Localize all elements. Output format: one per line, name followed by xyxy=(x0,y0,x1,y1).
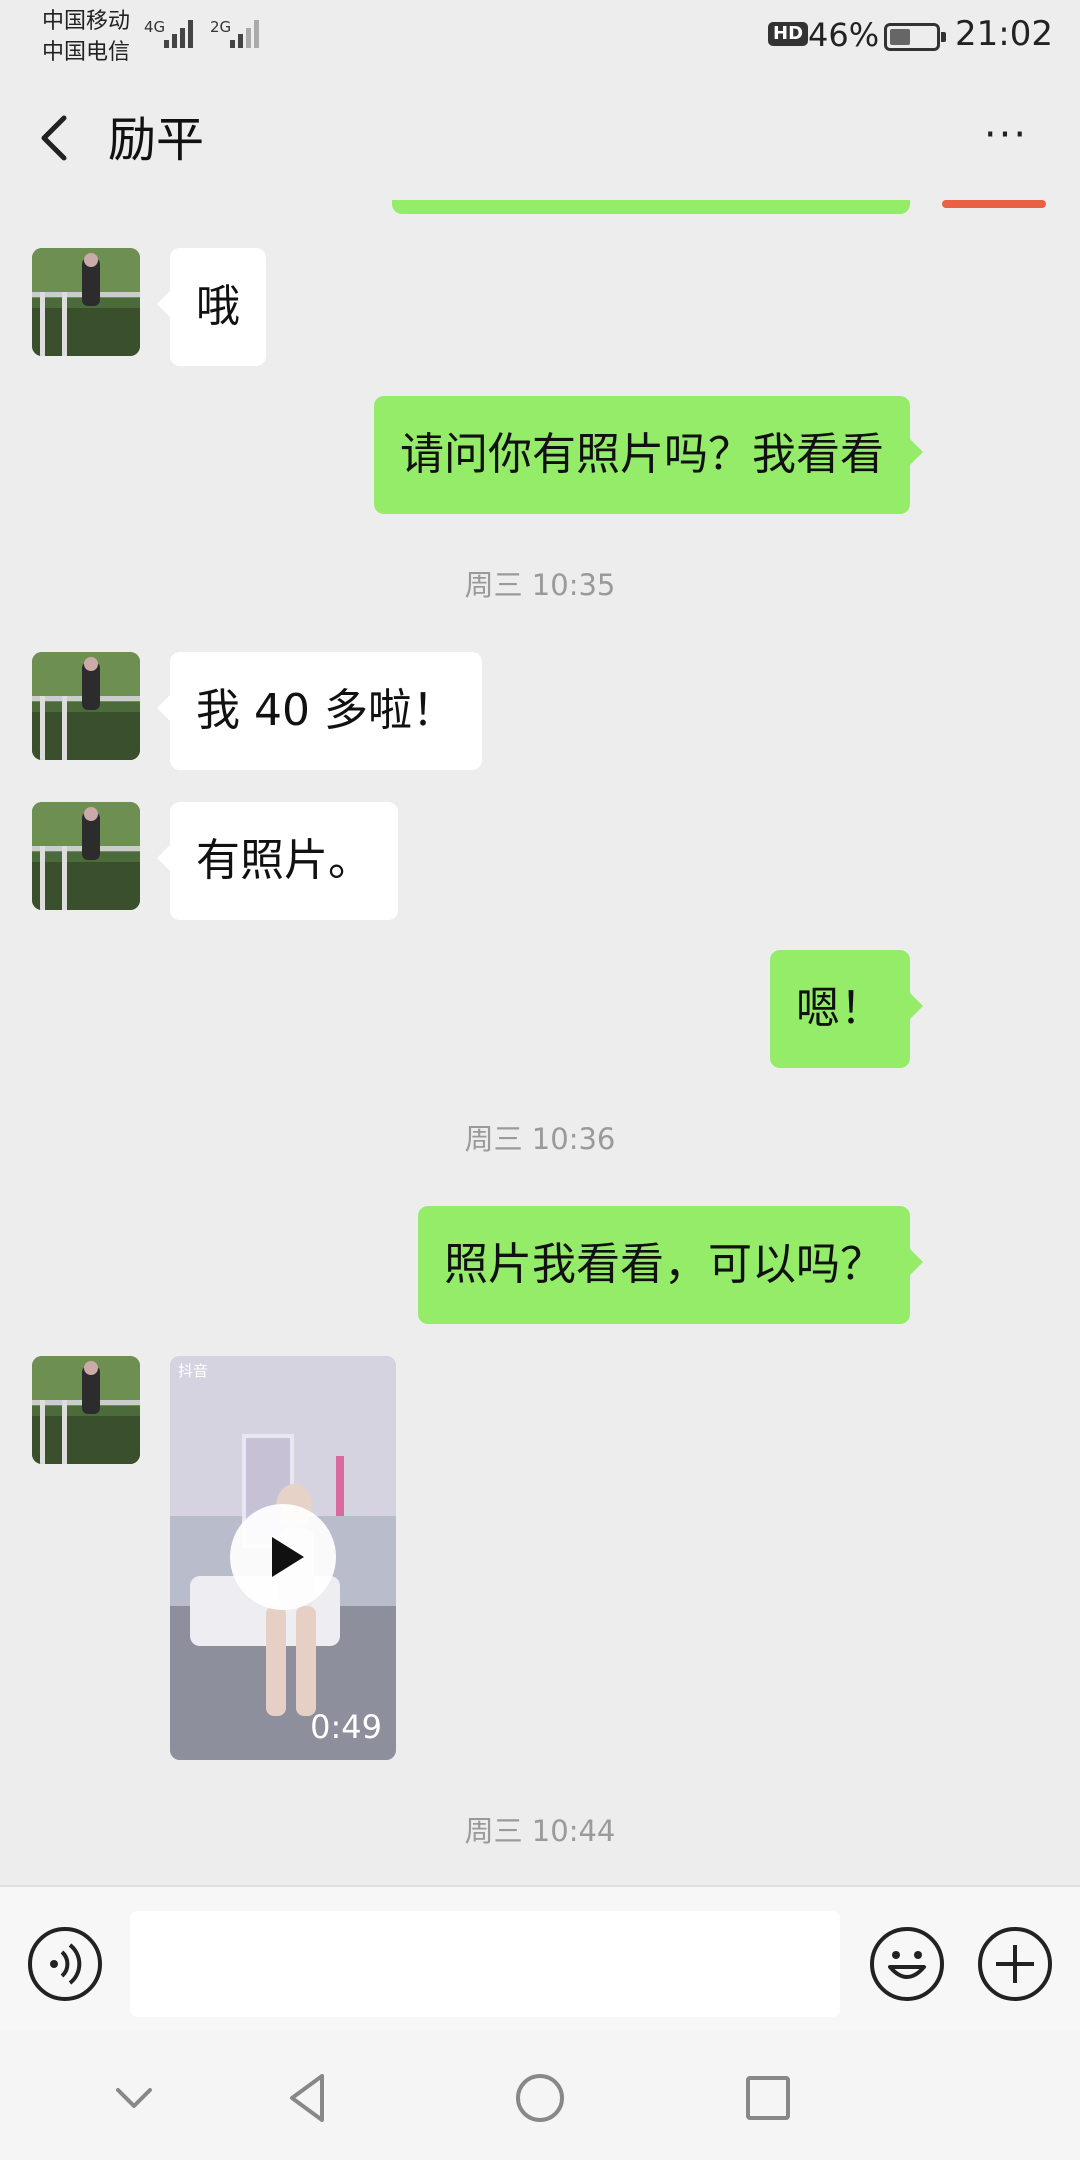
carrier-labels: 中国移动 中国电信 xyxy=(42,6,130,68)
avatar[interactable] xyxy=(32,248,140,356)
back-triangle-icon[interactable] xyxy=(280,2068,340,2128)
message-row: 我 40 多啦！ xyxy=(0,652,1080,770)
message-row: 哦 xyxy=(0,248,1080,366)
avatar[interactable] xyxy=(32,1356,140,1464)
outgoing-message-bubble[interactable]: 请问你有照片吗？我看看 xyxy=(374,396,923,514)
signal-icon-2 xyxy=(230,20,259,48)
incoming-message-bubble[interactable]: 有照片。 xyxy=(157,802,398,920)
video-app-label: 抖音 xyxy=(178,1362,209,1380)
clock: 21:02 xyxy=(955,14,1053,54)
message-row: 抖音 0:49 xyxy=(0,1356,1080,1760)
message-row: 请问你有照片吗？我看看 xyxy=(0,396,1080,514)
voice-icon[interactable] xyxy=(28,1927,102,2001)
timestamp: 周三 10:44 xyxy=(464,1814,616,1848)
battery-percent: 46% xyxy=(808,16,880,54)
message-input[interactable] xyxy=(130,1911,840,2017)
message-bubble-partial-red xyxy=(942,200,1046,208)
recents-square-icon[interactable] xyxy=(738,2068,798,2128)
chat-title: 励平 xyxy=(108,112,205,168)
incoming-message-bubble[interactable]: 哦 xyxy=(157,248,266,366)
message-bubble-partial[interactable] xyxy=(392,200,910,214)
outgoing-message-bubble[interactable]: 嗯！ xyxy=(770,950,923,1068)
home-circle-icon[interactable] xyxy=(510,2068,570,2128)
play-icon[interactable] xyxy=(230,1504,336,1610)
outgoing-message-bubble[interactable]: 照片我看看，可以吗？ xyxy=(418,1206,923,1324)
incoming-message-bubble[interactable]: 我 40 多啦！ xyxy=(157,652,482,770)
plus-icon[interactable] xyxy=(978,1927,1052,2001)
carrier-1: 中国移动 xyxy=(42,9,131,34)
video-duration: 0:49 xyxy=(310,1708,382,1746)
avatar[interactable] xyxy=(32,652,140,760)
message-row: 嗯！ xyxy=(0,950,1080,1068)
carrier-2: 中国电信 xyxy=(42,40,131,65)
message-list[interactable]: 哦 请问你有照片吗？我看看 周三 10:35 我 40 多啦！ 有照片。 嗯！ … xyxy=(0,200,1080,1885)
signal-icon xyxy=(164,20,193,48)
video-message[interactable]: 抖音 0:49 xyxy=(170,1356,396,1760)
avatar[interactable] xyxy=(32,802,140,910)
timestamp: 周三 10:35 xyxy=(464,568,616,602)
emoji-icon[interactable] xyxy=(870,1927,944,2001)
message-row: 照片我看看，可以吗？ xyxy=(0,1206,1080,1324)
timestamp: 周三 10:36 xyxy=(464,1122,616,1156)
battery-icon xyxy=(884,23,946,51)
message-row: 有照片。 xyxy=(0,802,1080,920)
chevron-left-icon[interactable] xyxy=(30,108,82,168)
status-bar: 中国移动 中国电信 4G 2G HD 46% 21:02 xyxy=(0,0,1080,70)
input-bar xyxy=(0,1885,1080,2030)
chat-header: 励平 ··· xyxy=(0,70,1080,200)
hide-keyboard-icon[interactable] xyxy=(104,2068,164,2128)
more-dots-icon[interactable]: ··· xyxy=(976,110,1036,160)
system-navigation-bar xyxy=(0,2030,1080,2160)
hd-badge: HD xyxy=(768,22,809,46)
